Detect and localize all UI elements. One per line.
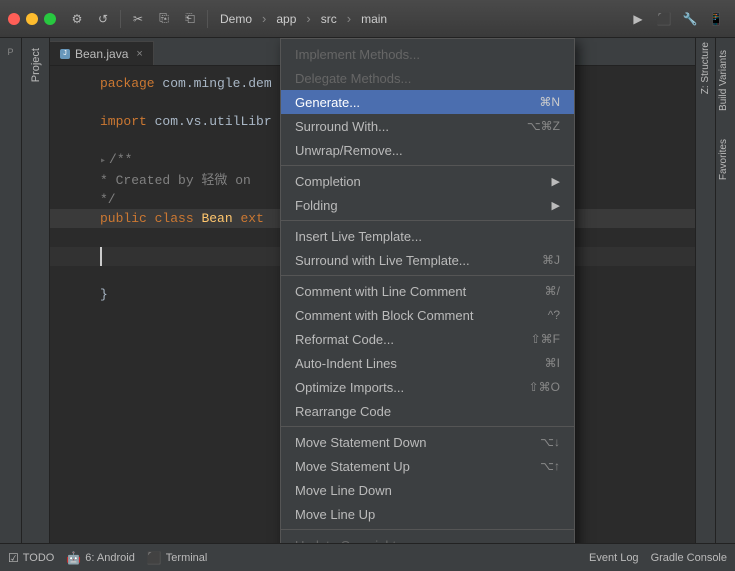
menu-item-move-stmt-up[interactable]: Move Statement Up ⌥↑ [281, 454, 574, 478]
java-file-icon: J [60, 49, 70, 59]
menu-item-rearrange[interactable]: Rearrange Code [281, 399, 574, 423]
menu-item-move-stmt-down[interactable]: Move Statement Down ⌥↓ [281, 430, 574, 454]
editor-tab[interactable]: J Bean.java × [50, 41, 154, 65]
main-layout: P Project J Bean.java × package com.ming… [0, 38, 735, 543]
menu-item-update-copyright[interactable]: Update Copyright... [281, 533, 574, 543]
todo-icon: ☑ [8, 551, 19, 565]
menu-sep-2 [281, 220, 574, 221]
menu-item-reformat[interactable]: Reformat Code... ⇧⌘F [281, 327, 574, 351]
tab-label: Bean.java [75, 47, 128, 61]
structure-panel-label[interactable]: Z: Structure [700, 42, 711, 94]
minimize-dot[interactable] [26, 13, 38, 25]
menu-sep-5 [281, 529, 574, 530]
toolbar-right-3[interactable]: 🔧 [679, 8, 701, 30]
android-icon: 🤖 [66, 551, 81, 565]
todo-button[interactable]: ☑ TODO [8, 551, 54, 565]
tab-close-button[interactable]: × [136, 48, 142, 60]
toolbar-right-1[interactable]: ▶ [627, 8, 649, 30]
project-panel-label[interactable]: Project [30, 48, 42, 82]
menu-item-block-comment[interactable]: Comment with Block Comment ^? [281, 303, 574, 327]
menu-item-move-line-down[interactable]: Move Line Down [281, 478, 574, 502]
event-log-label: Event Log [589, 552, 639, 564]
menu-sep-3 [281, 275, 574, 276]
menu-item-insert-live[interactable]: Insert Live Template... [281, 224, 574, 248]
menu-sep-4 [281, 426, 574, 427]
gradle-console-label: Gradle Console [651, 552, 727, 564]
sidebar-project-icon[interactable]: P [1, 42, 21, 62]
module-label[interactable]: app [270, 10, 302, 28]
build-variants-label[interactable]: Build Variants [716, 46, 735, 115]
menu-item-move-line-up[interactable]: Move Line Up [281, 502, 574, 526]
terminal-button[interactable]: ⬛ Terminal [147, 551, 208, 565]
menu-sep-1 [281, 165, 574, 166]
todo-label: TODO [23, 552, 55, 564]
main-label[interactable]: main [355, 10, 393, 28]
toolbar-icon-3[interactable]: ✂ [127, 8, 149, 30]
toolbar-icon-5[interactable]: ⎗ [179, 8, 201, 30]
editor-area[interactable]: J Bean.java × package com.mingle.dem imp… [50, 38, 695, 543]
toolbar-sep-1 [120, 10, 121, 28]
menu-item-folding[interactable]: Folding ▶ [281, 193, 574, 217]
maximize-dot[interactable] [44, 13, 56, 25]
toolbar-icon-4[interactable]: ⎘ [153, 8, 175, 30]
menu-item-implement-label: Implement Methods... [295, 47, 420, 62]
title-bar: ⚙ ↺ ✂ ⎘ ⎗ Demo › app › src › main ▶ ⬛ 🔧 … [0, 0, 735, 38]
favorites-label[interactable]: Favorites [716, 135, 735, 184]
gradle-console-button[interactable]: Gradle Console [651, 552, 727, 564]
right-panels: Build Variants Favorites [715, 38, 735, 543]
close-dot[interactable] [8, 13, 20, 25]
android-label: 6: Android [85, 552, 135, 564]
menu-item-implement[interactable]: Implement Methods... [281, 42, 574, 66]
terminal-label: Terminal [166, 552, 208, 564]
project-label[interactable]: Demo [214, 10, 258, 28]
toolbar: ⚙ ↺ ✂ ⎘ ⎗ Demo › app › src › main [66, 8, 627, 30]
toolbar-sep-2 [207, 10, 208, 28]
menu-item-surround-with[interactable]: Surround With... ⌥⌘Z [281, 114, 574, 138]
right-toolbar: ▶ ⬛ 🔧 📱 [627, 8, 727, 30]
terminal-icon: ⬛ [147, 551, 162, 565]
menu-item-auto-indent[interactable]: Auto-Indent Lines ⌘I [281, 351, 574, 375]
menu-item-generate[interactable]: Generate... ⌘N [281, 90, 574, 114]
menu-item-line-comment[interactable]: Comment with Line Comment ⌘/ [281, 279, 574, 303]
toolbar-right-2[interactable]: ⬛ [653, 8, 675, 30]
menu-item-delegate[interactable]: Delegate Methods... [281, 66, 574, 90]
android-button[interactable]: 🤖 6: Android [66, 551, 135, 565]
src-label[interactable]: src [315, 10, 343, 28]
toolbar-icon-1[interactable]: ⚙ [66, 8, 88, 30]
structure-panel[interactable]: Z: Structure [695, 38, 715, 543]
menu-item-surround-live[interactable]: Surround with Live Template... ⌘J [281, 248, 574, 272]
left-sidebar: P [0, 38, 22, 543]
context-menu: Implement Methods... Delegate Methods...… [280, 38, 575, 543]
menu-item-completion[interactable]: Completion ▶ [281, 169, 574, 193]
menu-item-optimize[interactable]: Optimize Imports... ⇧⌘O [281, 375, 574, 399]
window-controls [8, 13, 56, 25]
menu-item-unwrap[interactable]: Unwrap/Remove... [281, 138, 574, 162]
project-panel[interactable]: Project [22, 38, 50, 543]
toolbar-right-4[interactable]: 📱 [705, 8, 727, 30]
toolbar-icon-2[interactable]: ↺ [92, 8, 114, 30]
bottom-bar: ☑ TODO 🤖 6: Android ⬛ Terminal Event Log… [0, 543, 735, 571]
event-log-button[interactable]: Event Log [589, 552, 639, 564]
